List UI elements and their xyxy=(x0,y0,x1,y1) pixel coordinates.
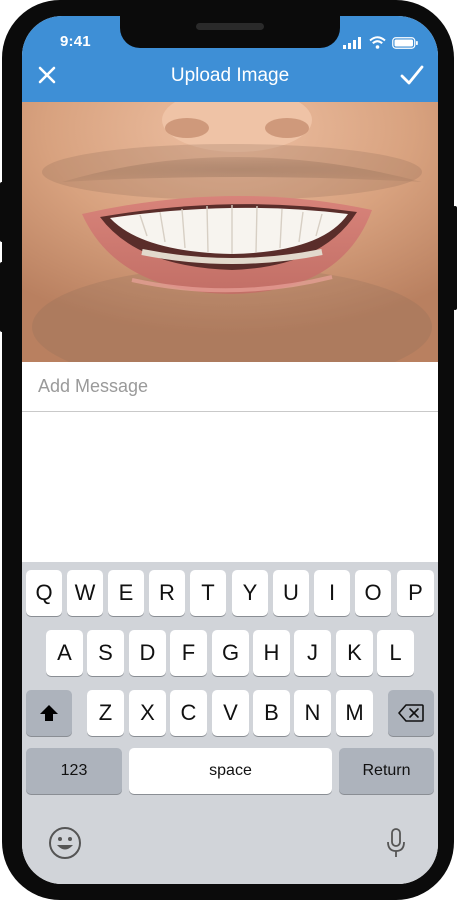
status-time: 9:41 xyxy=(60,33,91,50)
key-y[interactable]: Y xyxy=(232,570,268,616)
key-l[interactable]: L xyxy=(377,630,414,676)
wifi-icon xyxy=(369,36,386,49)
return-key[interactable]: Return xyxy=(339,748,434,794)
emoji-button[interactable] xyxy=(48,826,82,865)
speaker xyxy=(196,23,264,30)
key-h[interactable]: H xyxy=(253,630,290,676)
delete-key[interactable] xyxy=(388,690,434,736)
uploaded-photo xyxy=(22,102,438,362)
key-b[interactable]: B xyxy=(253,690,290,736)
key-u[interactable]: U xyxy=(273,570,309,616)
key-j[interactable]: J xyxy=(294,630,331,676)
key-z[interactable]: Z xyxy=(87,690,124,736)
status-icons xyxy=(343,36,418,49)
key-d[interactable]: D xyxy=(129,630,166,676)
phone-screen: 9:41 Upload Image Add Message Q W E R T … xyxy=(22,16,438,884)
key-v[interactable]: V xyxy=(212,690,249,736)
key-c[interactable]: C xyxy=(170,690,207,736)
key-s[interactable]: S xyxy=(87,630,124,676)
key-n[interactable]: N xyxy=(294,690,331,736)
key-p[interactable]: P xyxy=(397,570,434,616)
space-key[interactable]: space xyxy=(129,748,332,794)
key-t[interactable]: T xyxy=(190,570,226,616)
key-o[interactable]: O xyxy=(355,570,391,616)
page-title: Upload Image xyxy=(170,65,290,86)
key-x[interactable]: X xyxy=(129,690,166,736)
notch xyxy=(120,16,340,48)
key-g[interactable]: G xyxy=(212,630,249,676)
key-i[interactable]: I xyxy=(314,570,350,616)
emoji-icon xyxy=(49,827,81,859)
phone-frame: 9:41 Upload Image Add Message Q W E R T … xyxy=(2,0,454,900)
dictation-button[interactable] xyxy=(386,826,406,865)
key-r[interactable]: R xyxy=(149,570,185,616)
key-q[interactable]: Q xyxy=(26,570,62,616)
key-e[interactable]: E xyxy=(108,570,144,616)
key-a[interactable]: A xyxy=(46,630,83,676)
confirm-button[interactable] xyxy=(398,62,426,88)
shift-key[interactable] xyxy=(26,690,72,736)
key-k[interactable]: K xyxy=(336,630,373,676)
message-field-container xyxy=(22,362,438,412)
key-m[interactable]: M xyxy=(336,690,373,736)
backspace-icon xyxy=(398,704,424,722)
key-f[interactable]: F xyxy=(170,630,207,676)
microphone-icon xyxy=(387,828,405,857)
smile-photo-illustration xyxy=(22,102,438,362)
numbers-key[interactable]: 123 xyxy=(26,748,122,794)
checkmark-icon xyxy=(400,65,424,85)
message-input[interactable] xyxy=(38,376,422,397)
keyboard: Q W E R T Y U I O P A S D F G H J K L Z … xyxy=(22,562,438,884)
cellular-signal-icon xyxy=(343,36,361,49)
shift-icon xyxy=(40,705,58,721)
key-w[interactable]: W xyxy=(67,570,103,616)
battery-icon xyxy=(392,36,418,49)
